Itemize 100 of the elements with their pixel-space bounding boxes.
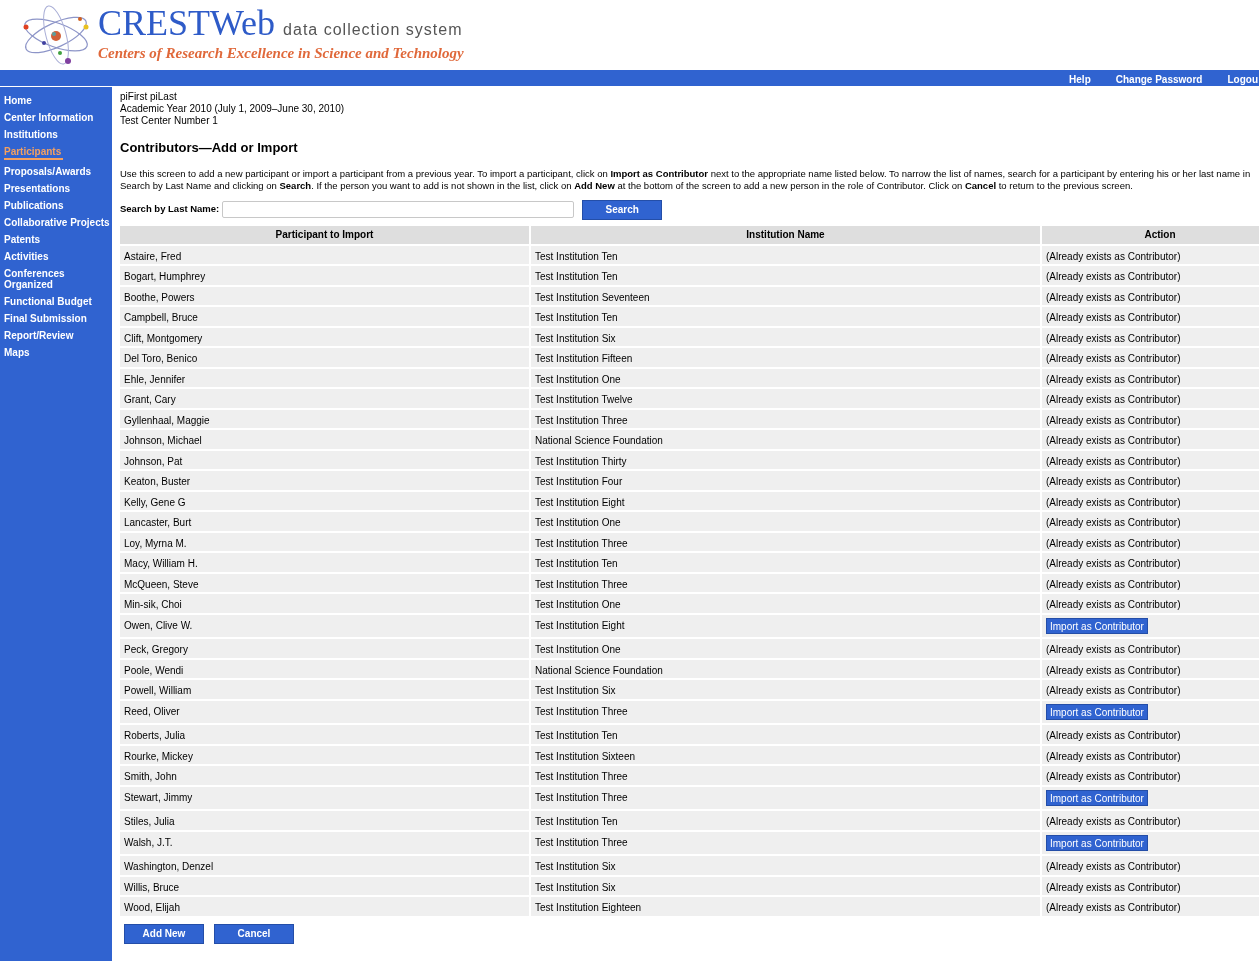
- table-cell: Test Institution Four: [530, 470, 1041, 491]
- table-cell: Reed, Oliver: [120, 699, 530, 724]
- table-cell: Test Institution Six: [530, 326, 1041, 347]
- import-button[interactable]: Import as Contributor: [1046, 789, 1148, 806]
- instructions-text: Use this screen to add a new participant or import a participant from a previous year. To import a participant, click on Import as Contributor next to the appropriate name listed below. To narrow the list of names, search for a participant by entering his or her last name in: [120, 167, 1251, 180]
- form-button[interactable]: Cancel: [214, 923, 294, 944]
- table-cell: Smith, John: [120, 765, 530, 786]
- column-header: Action: [1041, 225, 1259, 245]
- table-cell: Test Institution Eight: [530, 490, 1041, 511]
- logo-subtitle: Centers of Research Excellence in Science and Technology: [98, 44, 464, 64]
- table-cell: Test Institution Eighteen: [530, 896, 1041, 917]
- table-cell: Ehle, Jennifer: [120, 367, 530, 388]
- table-cell: Test Institution One: [530, 593, 1041, 614]
- table-cell: Test Institution Fifteen: [530, 347, 1041, 368]
- sidebar-item[interactable]: Patents: [4, 234, 43, 245]
- context-text: Academic Year 2010 (July 1, 2009–June 30, 2010): [120, 103, 345, 115]
- table-cell: Willis, Bruce: [120, 875, 530, 896]
- nav-link[interactable]: Change Password: [1115, 73, 1204, 86]
- table-cell: Test Institution Three: [530, 785, 1041, 810]
- import-button[interactable]: Import as Contributor: [1046, 617, 1148, 634]
- table-cell: Poole, Wendi: [120, 658, 530, 679]
- table-cell: Test Institution One: [530, 367, 1041, 388]
- table-cell: Loy, Myrna M.: [120, 531, 530, 552]
- table-cell: Rourke, Mickey: [120, 744, 530, 765]
- table-cell: Test Institution One: [530, 638, 1041, 659]
- table-cell: Test Institution Twelve: [530, 388, 1041, 409]
- table-cell: Gyllenhaal, Maggie: [120, 408, 530, 429]
- table-cell: Test Institution Six: [530, 855, 1041, 876]
- sidebar-item[interactable]: Home: [4, 95, 34, 106]
- table-cell: Del Toro, Benico: [120, 347, 530, 368]
- table-cell: Test Institution Sixteen: [530, 744, 1041, 765]
- table-cell: Stiles, Julia: [120, 810, 530, 831]
- table-cell: Test Institution Three: [530, 699, 1041, 724]
- sidebar-item[interactable]: Center Information: [4, 112, 96, 123]
- form-button[interactable]: Add New: [124, 923, 204, 944]
- table-cell: Peck, Gregory: [120, 638, 530, 659]
- table-cell: Min-sik, Choi: [120, 593, 530, 614]
- instructions-text: Search by Last Name and clicking on Search. If the person you want to add is not shown in the list, click on Add New at the bottom of the screen to add a new person in the role of Contributor. Click on Cancel to return to the previous screen.: [120, 179, 1133, 192]
- table-cell: Test Institution Seventeen: [530, 285, 1041, 306]
- table-cell: Test Institution Eight: [530, 613, 1041, 638]
- logo-title: CRESTWeb: [98, 5, 276, 42]
- table-cell: McQueen, Steve: [120, 572, 530, 593]
- table-cell: Johnson, Pat: [120, 449, 530, 470]
- search-label: Search by Last Name:: [120, 202, 220, 217]
- table-cell: Test Institution Three: [530, 572, 1041, 593]
- column-header: Participant to Import: [120, 225, 530, 245]
- table-cell: Test Institution Ten: [530, 306, 1041, 327]
- table-cell: Test Institution Ten: [530, 244, 1041, 265]
- table-cell: Campbell, Bruce: [120, 306, 530, 327]
- table-cell: National Science Foundation: [530, 429, 1041, 450]
- table-cell: Test Institution Ten: [530, 552, 1041, 573]
- column-header: Institution Name: [530, 225, 1041, 245]
- sidebar-item[interactable]: Conferences Organized: [4, 268, 112, 290]
- search-button[interactable]: Search: [582, 199, 663, 220]
- import-button[interactable]: Import as Contributor: [1046, 703, 1148, 720]
- table-cell: Owen, Clive W.: [120, 613, 530, 638]
- sidebar-item[interactable]: Presentations: [4, 183, 73, 194]
- table-cell: Johnson, Michael: [120, 429, 530, 450]
- table-cell: Clift, Montgomery: [120, 326, 530, 347]
- sidebar-item[interactable]: Collaborative Projects: [4, 217, 112, 228]
- table-cell: Washington, Denzel: [120, 855, 530, 876]
- table-cell: Lancaster, Burt: [120, 511, 530, 532]
- table-cell: Grant, Cary: [120, 388, 530, 409]
- sidebar-item[interactable]: Final Submission: [4, 313, 89, 324]
- nav-link[interactable]: Logou: [1227, 73, 1259, 86]
- table-cell: Kelly, Gene G: [120, 490, 530, 511]
- sidebar-item[interactable]: Institutions: [4, 129, 60, 140]
- table-cell: Test Institution One: [530, 511, 1041, 532]
- page-title: Contributors—Add or Import: [120, 139, 298, 157]
- table-cell: Astaire, Fred: [120, 244, 530, 265]
- nav-link[interactable]: Help: [1069, 73, 1092, 86]
- sidebar-item[interactable]: Report/Review: [4, 330, 76, 341]
- table-cell: Stewart, Jimmy: [120, 785, 530, 810]
- table-cell: Test Institution Thirty: [530, 449, 1041, 470]
- table-cell: National Science Foundation: [530, 658, 1041, 679]
- table-cell: Test Institution Six: [530, 679, 1041, 700]
- context-text: Test Center Number 1: [120, 115, 218, 127]
- table-cell: Powell, William: [120, 679, 530, 700]
- table-cell: Roberts, Julia: [120, 724, 530, 745]
- import-button[interactable]: Import as Contributor: [1046, 834, 1148, 851]
- context-text: piFirst piLast: [120, 91, 177, 103]
- sidebar-item[interactable]: Activities: [4, 251, 51, 262]
- table-cell: Test Institution Three: [530, 408, 1041, 429]
- table-cell: Bogart, Humphrey: [120, 265, 530, 286]
- sidebar-item[interactable]: Maps: [4, 347, 32, 358]
- sidebar-item[interactable]: Proposals/Awards: [4, 166, 94, 177]
- table-cell: Test Institution Six: [530, 875, 1041, 896]
- table-cell: Keaton, Buster: [120, 470, 530, 491]
- table-cell: Test Institution Ten: [530, 724, 1041, 745]
- table-cell: Wood, Elijah: [120, 896, 530, 917]
- table-cell: Test Institution Three: [530, 531, 1041, 552]
- table-cell: Boothe, Powers: [120, 285, 530, 306]
- table-cell: Test Institution Ten: [530, 265, 1041, 286]
- logo-tagline: data collection system: [283, 20, 463, 41]
- search-field[interactable]: [222, 201, 575, 218]
- table-cell: Walsh, J.T.: [120, 830, 530, 855]
- sidebar-item[interactable]: Functional Budget: [4, 296, 94, 307]
- table-cell: Macy, William H.: [120, 552, 530, 573]
- sidebar-item[interactable]: Publications: [4, 200, 66, 211]
- table-cell: Test Institution Three: [530, 765, 1041, 786]
